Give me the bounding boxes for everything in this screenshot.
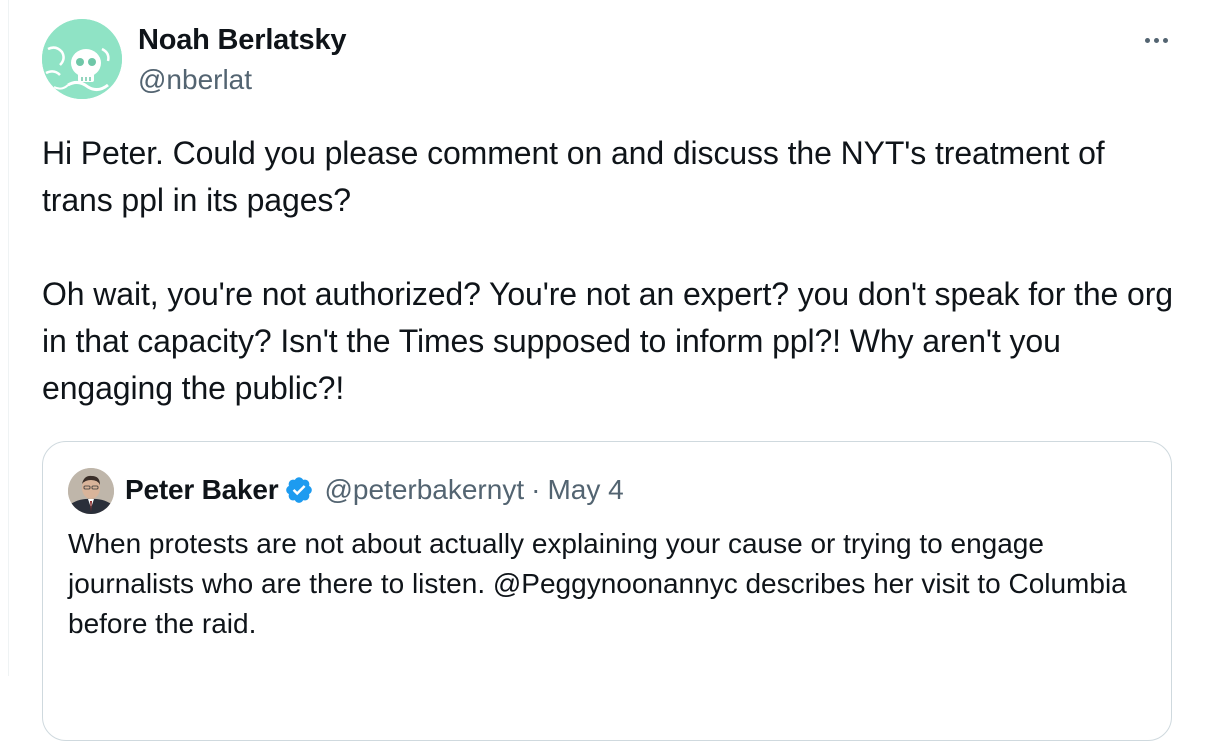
header-separator: · [531, 474, 541, 505]
more-options-button[interactable] [1136, 26, 1176, 54]
quoted-author-avatar[interactable] [68, 468, 114, 514]
quoted-tweet-text: When protests are not about actually exp… [68, 528, 1127, 639]
tweet-text: Hi Peter. Could you please comment on an… [42, 135, 1173, 406]
person-photo-icon [68, 468, 114, 514]
more-horizontal-icon [1144, 37, 1150, 43]
quoted-author-handle[interactable]: @peterbakernyt [324, 474, 524, 506]
author-avatar[interactable] [42, 19, 122, 99]
more-horizontal-icon [1153, 37, 1159, 43]
quoted-tweet-header: Peter Baker @peterbakernyt · May 4 [125, 474, 624, 506]
more-horizontal-icon [1162, 37, 1168, 43]
quoted-author-display-name[interactable]: Peter Baker [125, 474, 279, 506]
skull-illustration-avatar-icon [42, 19, 122, 99]
quoted-tweet-card[interactable]: Peter Baker @peterbakernyt · May 4 When … [42, 441, 1172, 741]
author-display-name[interactable]: Noah Berlatsky [138, 24, 347, 57]
author-handle[interactable]: @nberlat [138, 64, 252, 96]
quoted-tweet-date[interactable]: May 4 [547, 474, 623, 506]
verified-badge-icon [284, 475, 314, 505]
left-divider [8, 0, 9, 676]
